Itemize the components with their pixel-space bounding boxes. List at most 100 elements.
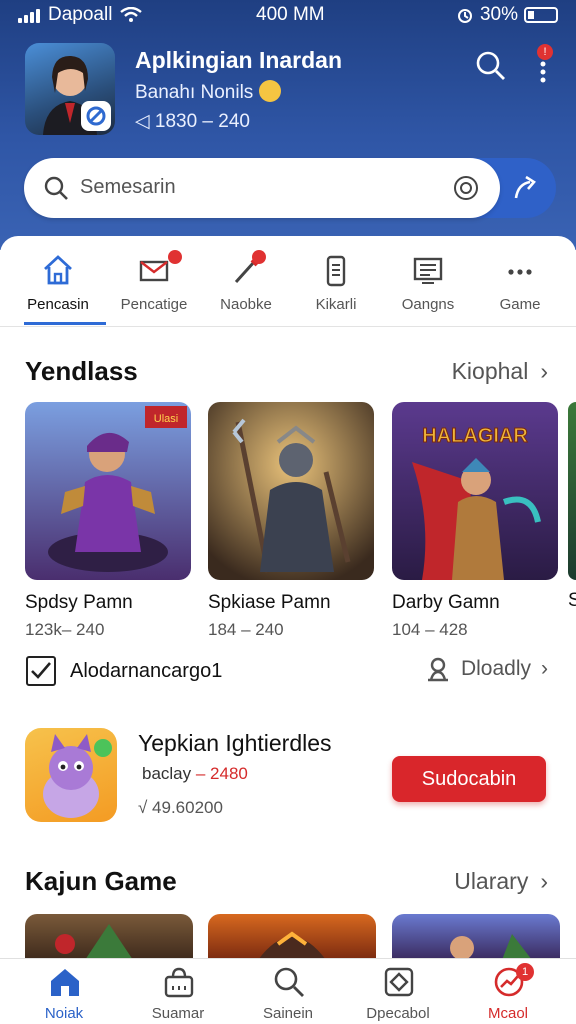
game-name: Spdsy Pamn (25, 592, 133, 613)
back-arrow-icon: ◁ (135, 111, 155, 132)
nav-activity[interactable]: 1 Mcaol (460, 959, 556, 1024)
thumbnail-tag: Ulasi (154, 413, 178, 425)
tab-pencasin[interactable]: Pencasin (10, 244, 106, 326)
mail-icon (139, 260, 169, 282)
checkbox[interactable] (26, 656, 56, 686)
tab-pencatige[interactable]: Pencatige (106, 244, 202, 326)
notification-badge: ! (537, 44, 553, 60)
status-time: 400 MM (256, 4, 325, 25)
tab-oangns[interactable]: Oangns (380, 244, 476, 326)
header-subtitle: Banahı Nonils (135, 80, 281, 104)
tab-label: Kikarli (315, 296, 357, 313)
next-card-peek[interactable] (568, 402, 576, 580)
game-card[interactable]: HALAGIAR Darby Gamn 104 – 428 (392, 402, 560, 640)
status-bar: Dapoall 400 MM 30% (0, 0, 576, 28)
home-icon (44, 255, 72, 285)
game-card[interactable]: Ulasi Spdsy Pamn 123k– 240 (25, 402, 193, 640)
carrier-name: Dapoall (48, 4, 113, 25)
search-bar: Semesarin (24, 158, 556, 218)
nav-label: Sainein (262, 1005, 314, 1022)
game-range: 123k– 240 (25, 620, 105, 639)
tab-label: Naobke (220, 296, 272, 313)
search-input[interactable]: Semesarin (24, 158, 500, 218)
nav-label: Mcaol (487, 1005, 528, 1022)
device-icon (326, 255, 346, 287)
tab-badge (252, 250, 266, 264)
game-thumbnail: HALAGIAR (392, 402, 558, 580)
game-thumbnail (208, 402, 374, 580)
game-card[interactable]: Spkiase Pamn 184 – 240 (208, 402, 376, 640)
nav-label: Dpecabol (366, 1005, 430, 1022)
thumbnail-banner: HALAGIAR (422, 425, 528, 447)
tab-game[interactable]: Game (472, 244, 568, 326)
active-tab-indicator (24, 322, 106, 325)
game-range: 184 – 240 (208, 620, 284, 639)
chevron-right-icon: › (541, 657, 548, 680)
app-avatar[interactable] (25, 43, 115, 135)
alarm-icon (457, 9, 472, 23)
camera-icon[interactable] (452, 174, 480, 202)
list-icon (413, 257, 443, 284)
search-icon (274, 967, 304, 997)
header-more-button[interactable]: ! (530, 44, 556, 84)
checkmark-icon (31, 662, 51, 679)
tab-kikarli[interactable]: Kikarli (288, 244, 384, 326)
nav-label: Suamar (151, 1005, 205, 1022)
game-name: Darby Gamn (392, 592, 500, 613)
game-card-partial[interactable] (392, 914, 560, 960)
next-card-peek-label: S (568, 590, 576, 611)
game-range: 104 – 428 (392, 620, 468, 639)
category-tabs: Pencasin Pencatige Naobke Kikarli Oangns… (0, 244, 576, 326)
app-screen: Dapoall 400 MM 30% Aplkingian Inardan Ba… (0, 0, 576, 1024)
section-more-link[interactable]: Ularary › (454, 868, 548, 895)
chevron-right-icon: › (540, 868, 548, 894)
featured-app-icon[interactable] (25, 728, 117, 822)
tab-badge (168, 250, 182, 264)
game-card-partial[interactable] (208, 914, 376, 960)
featured-app-subtitle: baclay – 2480 (142, 764, 248, 783)
game-thumbnail (55, 924, 133, 960)
header-range: ◁ 1830 – 240 (135, 111, 250, 132)
section-title-recommended: Yendlass (25, 356, 138, 386)
user-icon (427, 657, 448, 682)
featured-app-title: Yepkian Ightierdles (138, 730, 332, 756)
filter-row: Alodarnancargo1 Dloadly › (0, 650, 576, 690)
section-more-link[interactable]: Kiophal › (452, 358, 548, 385)
game-name: Spkiase Pamn (208, 592, 331, 613)
nav-library[interactable]: Dpecabol (350, 959, 446, 1024)
nav-home[interactable]: Noiak (16, 959, 112, 1024)
checkbox-label: Alodarnancargo1 (70, 660, 223, 682)
game-thumbnail: Ulasi (25, 402, 191, 580)
search-icon (44, 176, 68, 200)
tab-label: Pencatige (120, 296, 188, 313)
emoji-icon (258, 80, 281, 102)
tabs-divider (0, 326, 576, 327)
nav-store[interactable]: Suamar (130, 959, 226, 1024)
featured-app: Yepkian Ightierdles baclay – 2480 √ 49.6… (0, 722, 576, 832)
tab-label: Oangns (401, 296, 455, 313)
game-thumbnail (450, 934, 532, 960)
game-card-partial[interactable] (25, 914, 193, 960)
battery-icon (524, 7, 558, 23)
nav-search[interactable]: Sainein (240, 959, 336, 1024)
search-placeholder: Semesarin (80, 176, 176, 198)
home-icon (51, 969, 79, 996)
section-title-games: Kajun Game (25, 866, 177, 896)
bag-icon (164, 967, 194, 998)
download-link[interactable]: Dloadly › (425, 656, 548, 682)
tab-label: Pencasin (27, 296, 89, 313)
tab-naobke[interactable]: Naobke (198, 244, 294, 326)
share-icon[interactable] (510, 172, 542, 204)
chevron-right-icon: › (540, 358, 548, 384)
app-badge-icon (81, 101, 111, 131)
nav-badge: 1 (516, 963, 534, 981)
nav-label: Noiak (44, 1005, 84, 1022)
header-search-icon[interactable] (475, 50, 507, 82)
battery-percent: 30% (479, 4, 518, 25)
signal-icon (18, 7, 40, 23)
tab-label: Game (499, 296, 541, 313)
subscribe-button[interactable]: Sudocabin (392, 756, 546, 802)
more-icon (508, 269, 532, 275)
game-thumbnail (258, 931, 326, 960)
bottom-navigation: Noiak Suamar Sainein Dpecabol 1 Mcaol (0, 958, 576, 1024)
